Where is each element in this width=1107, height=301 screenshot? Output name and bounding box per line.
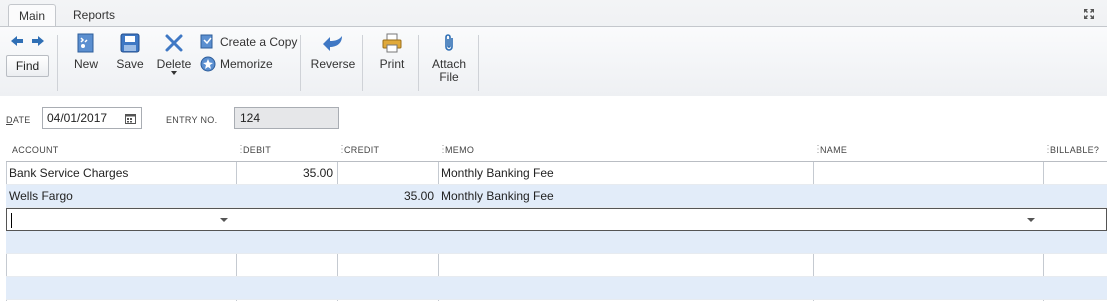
cell-name[interactable] <box>816 185 1041 207</box>
table-row[interactable]: Bank Service Charges 35.00 Monthly Banki… <box>6 162 1107 185</box>
toolbar-divider <box>300 35 301 91</box>
date-label: DATE <box>6 115 31 125</box>
date-value: 04/01/2017 <box>47 111 108 125</box>
toolbar-divider <box>57 35 58 91</box>
next-arrow-icon[interactable] <box>31 35 45 50</box>
grid-header: ACCOUNT ⋮ DEBIT ⋮ CREDIT ⋮ MEMO ⋮ NAME ⋮ BILL… <box>6 140 1107 162</box>
journal-grid: ACCOUNT ⋮ DEBIT ⋮ CREDIT ⋮ MEMO ⋮ NAME ⋮ BILL… <box>6 140 1107 301</box>
table-row[interactable] <box>6 254 1107 277</box>
tab-main[interactable]: Main <box>8 4 57 26</box>
create-copy-button[interactable]: Create a Copy <box>200 33 297 51</box>
copy-icon <box>200 34 215 55</box>
previous-arrow-icon[interactable] <box>10 35 24 50</box>
chevron-down-icon <box>171 71 177 75</box>
tab-bar: Main Reports <box>0 0 1107 26</box>
reverse-button[interactable]: Reverse <box>310 33 356 71</box>
new-document-icon <box>72 33 100 56</box>
column-header-account[interactable]: ACCOUNT <box>12 145 59 155</box>
reverse-arrow-icon <box>310 33 356 56</box>
delete-button[interactable]: Delete <box>156 33 192 75</box>
ribbon: Main Reports Find New Save Delete Create… <box>0 0 1107 96</box>
table-row[interactable] <box>6 231 1107 254</box>
delete-button-label: Delete <box>156 57 192 71</box>
new-button-label: New <box>73 57 98 71</box>
memorize-label: Memorize <box>220 57 273 71</box>
column-header-billable[interactable]: ⋮ BILLABLE? <box>1043 144 1099 155</box>
column-header-credit[interactable]: ⋮ CREDIT <box>337 144 379 155</box>
name-dropdown[interactable] <box>816 209 1043 231</box>
delete-x-icon <box>156 33 192 56</box>
paperclip-icon <box>428 33 470 56</box>
cell-account[interactable]: Bank Service Charges <box>9 162 234 184</box>
attach-file-label-line2: File <box>439 70 459 84</box>
entry-no-field[interactable]: 124 <box>234 107 339 129</box>
memorize-icon <box>200 56 216 77</box>
cell-name[interactable] <box>816 162 1041 184</box>
new-button[interactable]: New <box>72 33 100 71</box>
calendar-icon[interactable] <box>125 112 136 128</box>
save-disk-icon <box>114 33 146 56</box>
cell-debit[interactable] <box>237 185 337 207</box>
table-row[interactable] <box>6 277 1107 300</box>
toolbar: Find New Save Delete Create a Copy Memor… <box>0 26 1107 96</box>
text-cursor <box>11 213 12 228</box>
entry-no-value: 124 <box>240 111 261 125</box>
cell-billable[interactable] <box>1046 185 1106 207</box>
reverse-button-label: Reverse <box>310 57 356 71</box>
cell-memo[interactable]: Monthly Banking Fee <box>441 162 811 184</box>
save-button-label: Save <box>116 57 144 71</box>
toolbar-divider <box>362 35 363 91</box>
memorize-button[interactable]: Memorize <box>200 55 273 73</box>
attach-file-button[interactable]: Attach File <box>428 33 470 84</box>
column-header-memo[interactable]: ⋮ MEMO <box>438 144 474 155</box>
chevron-down-icon[interactable] <box>1027 218 1035 222</box>
table-row-active[interactable] <box>6 208 1107 231</box>
grid-rows: Bank Service Charges 35.00 Monthly Banki… <box>6 162 1107 300</box>
chevron-down-icon[interactable] <box>220 218 228 222</box>
cell-debit[interactable]: 35.00 <box>237 162 337 184</box>
cell-memo[interactable]: Monthly Banking Fee <box>441 185 811 207</box>
create-copy-label: Create a Copy <box>220 35 298 49</box>
cell-credit[interactable]: 35.00 <box>338 185 438 207</box>
date-field[interactable]: 04/01/2017 <box>42 107 142 129</box>
account-dropdown[interactable] <box>7 209 236 231</box>
print-button[interactable]: Print <box>377 33 407 71</box>
entry-no-label: ENTRY NO. <box>166 115 218 125</box>
find-button[interactable]: Find <box>6 55 49 77</box>
toolbar-divider <box>418 35 419 91</box>
expand-icon[interactable] <box>1083 8 1095 23</box>
cell-billable[interactable] <box>1046 162 1106 184</box>
print-button-label: Print <box>379 57 405 71</box>
column-header-debit[interactable]: ⋮ DEBIT <box>236 144 271 155</box>
toolbar-divider <box>478 35 479 91</box>
table-row[interactable]: Wells Fargo 35.00 Monthly Banking Fee <box>6 185 1107 208</box>
tab-reports[interactable]: Reports <box>63 4 125 26</box>
save-button[interactable]: Save <box>114 33 146 71</box>
printer-icon <box>377 33 407 56</box>
column-header-name[interactable]: ⋮ NAME <box>813 144 847 155</box>
cell-credit[interactable] <box>338 162 438 184</box>
cell-account[interactable]: Wells Fargo <box>9 185 234 207</box>
